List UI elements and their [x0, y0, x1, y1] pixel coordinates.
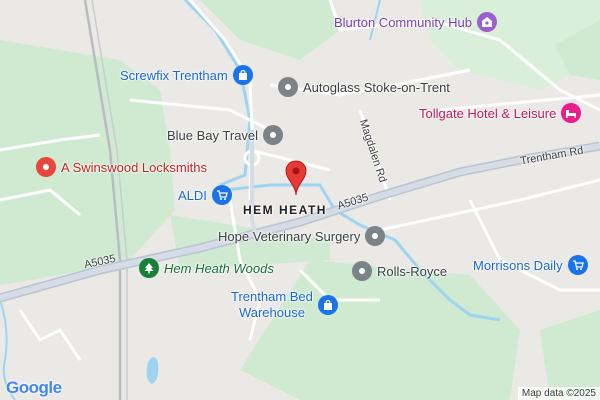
poi-hemheathwoods[interactable]: Hem Heath Woods [139, 258, 274, 278]
poi-autoglass[interactable]: Autoglass Stoke-on-Trent [278, 77, 450, 97]
poi-label: ALDI [178, 187, 207, 203]
shopping-bag-icon [232, 65, 253, 85]
shopping-cart-icon [211, 185, 232, 205]
poi-label: Tollgate Hotel & Leisure [419, 105, 557, 121]
poi-tollgate[interactable]: Tollgate Hotel & Leisure [419, 103, 582, 123]
community-hub-icon [477, 12, 497, 32]
poi-label: Morrisons Daily [473, 257, 563, 273]
generic-pin-icon [278, 77, 298, 97]
poi-label: Trentham Bed Warehouse [231, 289, 313, 321]
location-marker-icon[interactable] [285, 160, 307, 201]
poi-screwfix[interactable]: Screwfix Trentham [120, 65, 253, 85]
google-logo: Google [6, 378, 62, 397]
poi-blurton[interactable]: Blurton Community Hub [334, 12, 497, 32]
generic-pin-icon [36, 157, 56, 177]
map-attribution: Map data ©2025 [517, 387, 600, 400]
poi-label: Autoglass Stoke-on-Trent [303, 79, 450, 95]
shopping-bag-icon [317, 295, 338, 315]
poi-hopevet[interactable]: Hope Veterinary Surgery [218, 226, 386, 246]
poi-label: Blue Bay Travel [167, 127, 259, 143]
poi-label-line1: Trentham Bed [231, 289, 313, 304]
tree-icon [139, 258, 159, 278]
shopping-cart-icon [567, 255, 588, 275]
map-canvas[interactable]: A5035 A5035 Magdalen Rd Trentham Rd HEM … [0, 0, 600, 400]
poi-label: Rolls-Royce [377, 263, 448, 279]
poi-swinswood[interactable]: A Swinswood Locksmiths [36, 157, 207, 177]
poi-label: Hope Veterinary Surgery [218, 228, 361, 244]
poi-bluebay[interactable]: Blue Bay Travel [167, 125, 284, 145]
generic-pin-icon [365, 226, 386, 246]
generic-pin-icon [352, 261, 372, 281]
poi-label: Hem Heath Woods [164, 260, 274, 276]
poi-rollsroyce[interactable]: Rolls-Royce [352, 261, 447, 281]
poi-label-line2: Warehouse [238, 305, 305, 320]
bed-icon [561, 103, 582, 123]
poi-label: Blurton Community Hub [334, 14, 472, 30]
poi-trenthambed[interactable]: Trentham Bed Warehouse [231, 289, 338, 321]
generic-pin-icon [263, 125, 284, 145]
poi-label: A Swinswood Locksmiths [61, 159, 207, 175]
poi-morrisons[interactable]: Morrisons Daily [473, 255, 588, 275]
poi-label: Screwfix Trentham [120, 67, 228, 83]
area-label: HEM HEATH [243, 203, 327, 217]
poi-aldi[interactable]: ALDI [178, 185, 232, 205]
